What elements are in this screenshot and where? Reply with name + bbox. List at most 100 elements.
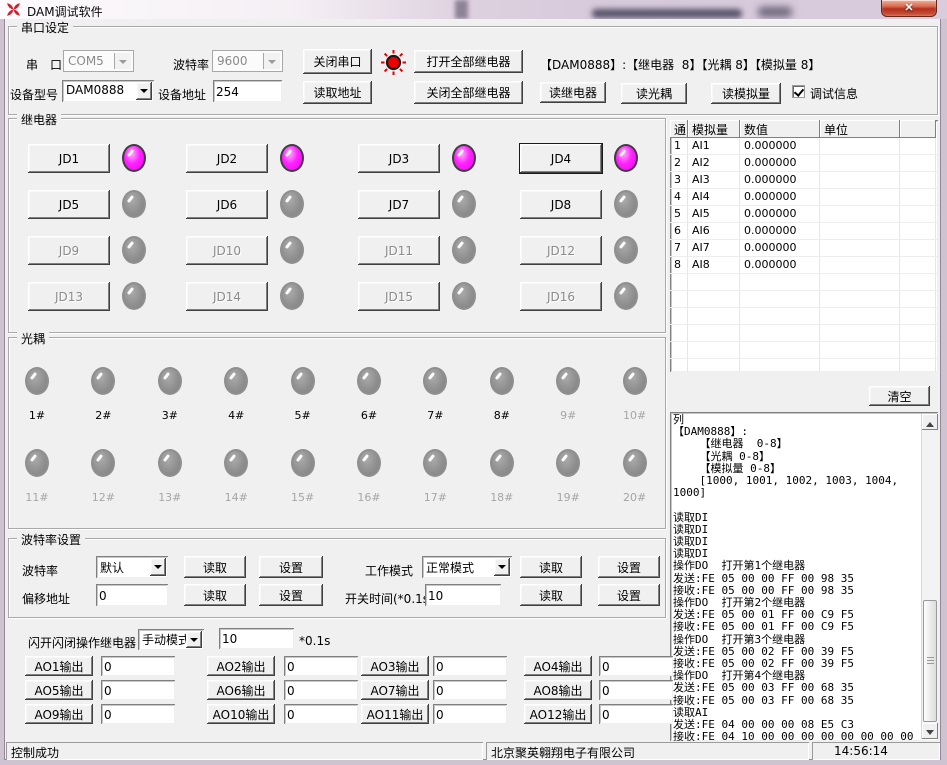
chevron-down-icon[interactable]	[186, 631, 202, 648]
read-opto-button[interactable]: 读光耦	[621, 83, 687, 104]
scroll-down-icon[interactable]	[922, 723, 938, 739]
baud-default-combobox[interactable]: 默认	[96, 556, 168, 578]
ao-button-ao10[interactable]: AO10输出	[207, 704, 275, 724]
switch-time-set-button[interactable]: 设置	[598, 584, 660, 606]
table-row[interactable]: 3AI30.000000	[670, 172, 938, 189]
baudrate-combobox[interactable]: 9600	[212, 50, 283, 72]
ao-value-field-8[interactable]	[599, 680, 673, 700]
analog-col-header[interactable]: 通	[670, 120, 688, 138]
open-all-relays-button[interactable]: 打开全部继电器	[414, 50, 523, 73]
relay-button-jd15[interactable]: JD15	[358, 282, 440, 311]
ao-button-ao11[interactable]: AO11输出	[361, 704, 429, 724]
port-combobox[interactable]: COM5	[63, 50, 134, 72]
device-address-field[interactable]	[213, 80, 282, 102]
debug-info-checkbox[interactable]	[792, 85, 805, 98]
close-button[interactable]: ✕	[881, 0, 937, 17]
offset-address-field[interactable]	[96, 584, 168, 606]
port-value: COM5	[68, 54, 104, 68]
relay-button-jd1[interactable]: JD1	[28, 144, 110, 173]
relay-button-jd13[interactable]: JD13	[28, 282, 110, 311]
table-cell: 8	[670, 257, 688, 273]
relay-button-jd7[interactable]: JD7	[358, 190, 440, 219]
close-all-relays-button[interactable]: 关闭全部继电器	[414, 81, 523, 104]
device-model-combobox[interactable]: DAM0888	[62, 80, 154, 102]
analog-table-body: 1AI10.0000002AI20.0000003AI30.0000004AI4…	[670, 138, 938, 372]
analog-col-header[interactable]: 模拟量	[688, 120, 740, 138]
ao-button-ao4[interactable]: AO4输出	[524, 656, 592, 676]
table-row[interactable]: 2AI20.000000	[670, 155, 938, 172]
relay-button-jd2[interactable]: JD2	[186, 144, 268, 173]
relay-led-jd1	[122, 144, 146, 172]
relay-button-jd10[interactable]: JD10	[186, 236, 268, 265]
analog-col-header[interactable]	[900, 120, 936, 138]
ao-value-field-6[interactable]	[284, 680, 358, 700]
table-row[interactable]: 8AI80.000000	[670, 257, 938, 274]
ao-value-field-5[interactable]	[101, 680, 175, 700]
table-cell	[900, 240, 936, 256]
relay-button-jd14[interactable]: JD14	[186, 282, 268, 311]
table-cell: 0.000000	[740, 240, 820, 256]
ao-value-field-2[interactable]	[284, 656, 358, 676]
table-row[interactable]: 1AI10.000000	[670, 138, 938, 155]
ao-value-field-7[interactable]	[433, 680, 507, 700]
relay-button-jd6[interactable]: JD6	[186, 190, 268, 219]
ao-value-field-12[interactable]	[599, 704, 673, 724]
ao-value-field-1[interactable]	[101, 656, 175, 676]
ao-button-ao1[interactable]: AO1输出	[25, 656, 93, 676]
ao-value-field-10[interactable]	[284, 704, 358, 724]
flash-mode-combobox[interactable]: 手动模式	[138, 629, 204, 650]
switch-time-read-button[interactable]: 读取	[520, 584, 582, 606]
ao-button-ao8[interactable]: AO8输出	[524, 680, 592, 700]
ao-value-field-3[interactable]	[433, 656, 507, 676]
chevron-down-icon[interactable]	[494, 558, 510, 576]
ao-value-field-11[interactable]	[433, 704, 507, 724]
ao-button-ao7[interactable]: AO7输出	[361, 680, 429, 700]
clear-log-button[interactable]: 清空	[869, 386, 930, 406]
ao-button-ao5[interactable]: AO5输出	[25, 680, 93, 700]
scroll-up-icon[interactable]	[922, 414, 938, 430]
scrollbar-thumb[interactable]	[923, 600, 937, 722]
flash-time-field[interactable]	[219, 628, 294, 649]
work-mode-set-button[interactable]: 设置	[598, 556, 660, 578]
close-serial-button[interactable]: 关闭串口	[303, 49, 372, 74]
analog-col-header[interactable]: 数值	[740, 120, 820, 138]
ao-button-ao6[interactable]: AO6输出	[207, 680, 275, 700]
relay-button-jd16[interactable]: JD16	[520, 282, 602, 311]
read-address-button[interactable]: 读取地址	[303, 81, 372, 104]
relay-button-jd12[interactable]: JD12	[520, 236, 602, 265]
work-mode-read-button[interactable]: 读取	[520, 556, 582, 578]
read-analog-button[interactable]: 读模拟量	[711, 83, 781, 104]
read-relays-button[interactable]: 读继电器	[540, 82, 606, 103]
ao-button-ao2[interactable]: AO2输出	[207, 656, 275, 676]
ao-button-ao12[interactable]: AO12输出	[524, 704, 592, 724]
opto-label-17: 17#	[413, 491, 457, 504]
chevron-down-icon[interactable]	[263, 53, 280, 69]
analog-col-header[interactable]: 单位	[820, 120, 900, 138]
relay-button-jd9[interactable]: JD9	[28, 236, 110, 265]
ao-button-ao9[interactable]: AO9输出	[25, 704, 93, 724]
log-textarea[interactable]: 列 【DAM0888】: 【继电器 0-8】 【光耦 0-8】 【模拟量 0-8…	[670, 412, 938, 741]
relay-button-jd5[interactable]: JD5	[28, 190, 110, 219]
chevron-down-icon[interactable]	[150, 558, 166, 576]
table-row[interactable]: 5AI50.000000	[670, 206, 938, 223]
ao-button-ao3[interactable]: AO3输出	[361, 656, 429, 676]
relay-button-jd8[interactable]: JD8	[520, 190, 602, 219]
offset-read-button[interactable]: 读取	[184, 584, 246, 606]
table-row[interactable]: 4AI40.000000	[670, 189, 938, 206]
baud-set-button[interactable]: 设置	[259, 556, 323, 578]
chevron-down-icon[interactable]	[136, 82, 152, 100]
work-mode-combobox[interactable]: 正常模式	[422, 556, 512, 578]
ao-value-field-9[interactable]	[101, 704, 175, 724]
chevron-down-icon[interactable]	[114, 53, 131, 69]
table-cell: AI2	[688, 155, 740, 171]
relay-button-jd4[interactable]: JD4	[520, 144, 602, 173]
table-row[interactable]: 7AI70.000000	[670, 240, 938, 257]
log-scrollbar[interactable]	[921, 414, 938, 739]
switch-time-field[interactable]	[425, 584, 501, 606]
relay-button-jd3[interactable]: JD3	[358, 144, 440, 173]
baud-read-button[interactable]: 读取	[184, 556, 246, 578]
offset-set-button[interactable]: 设置	[259, 584, 323, 606]
table-row[interactable]: 6AI60.000000	[670, 223, 938, 240]
relay-button-jd11[interactable]: JD11	[358, 236, 440, 265]
ao-value-field-4[interactable]	[599, 656, 673, 676]
